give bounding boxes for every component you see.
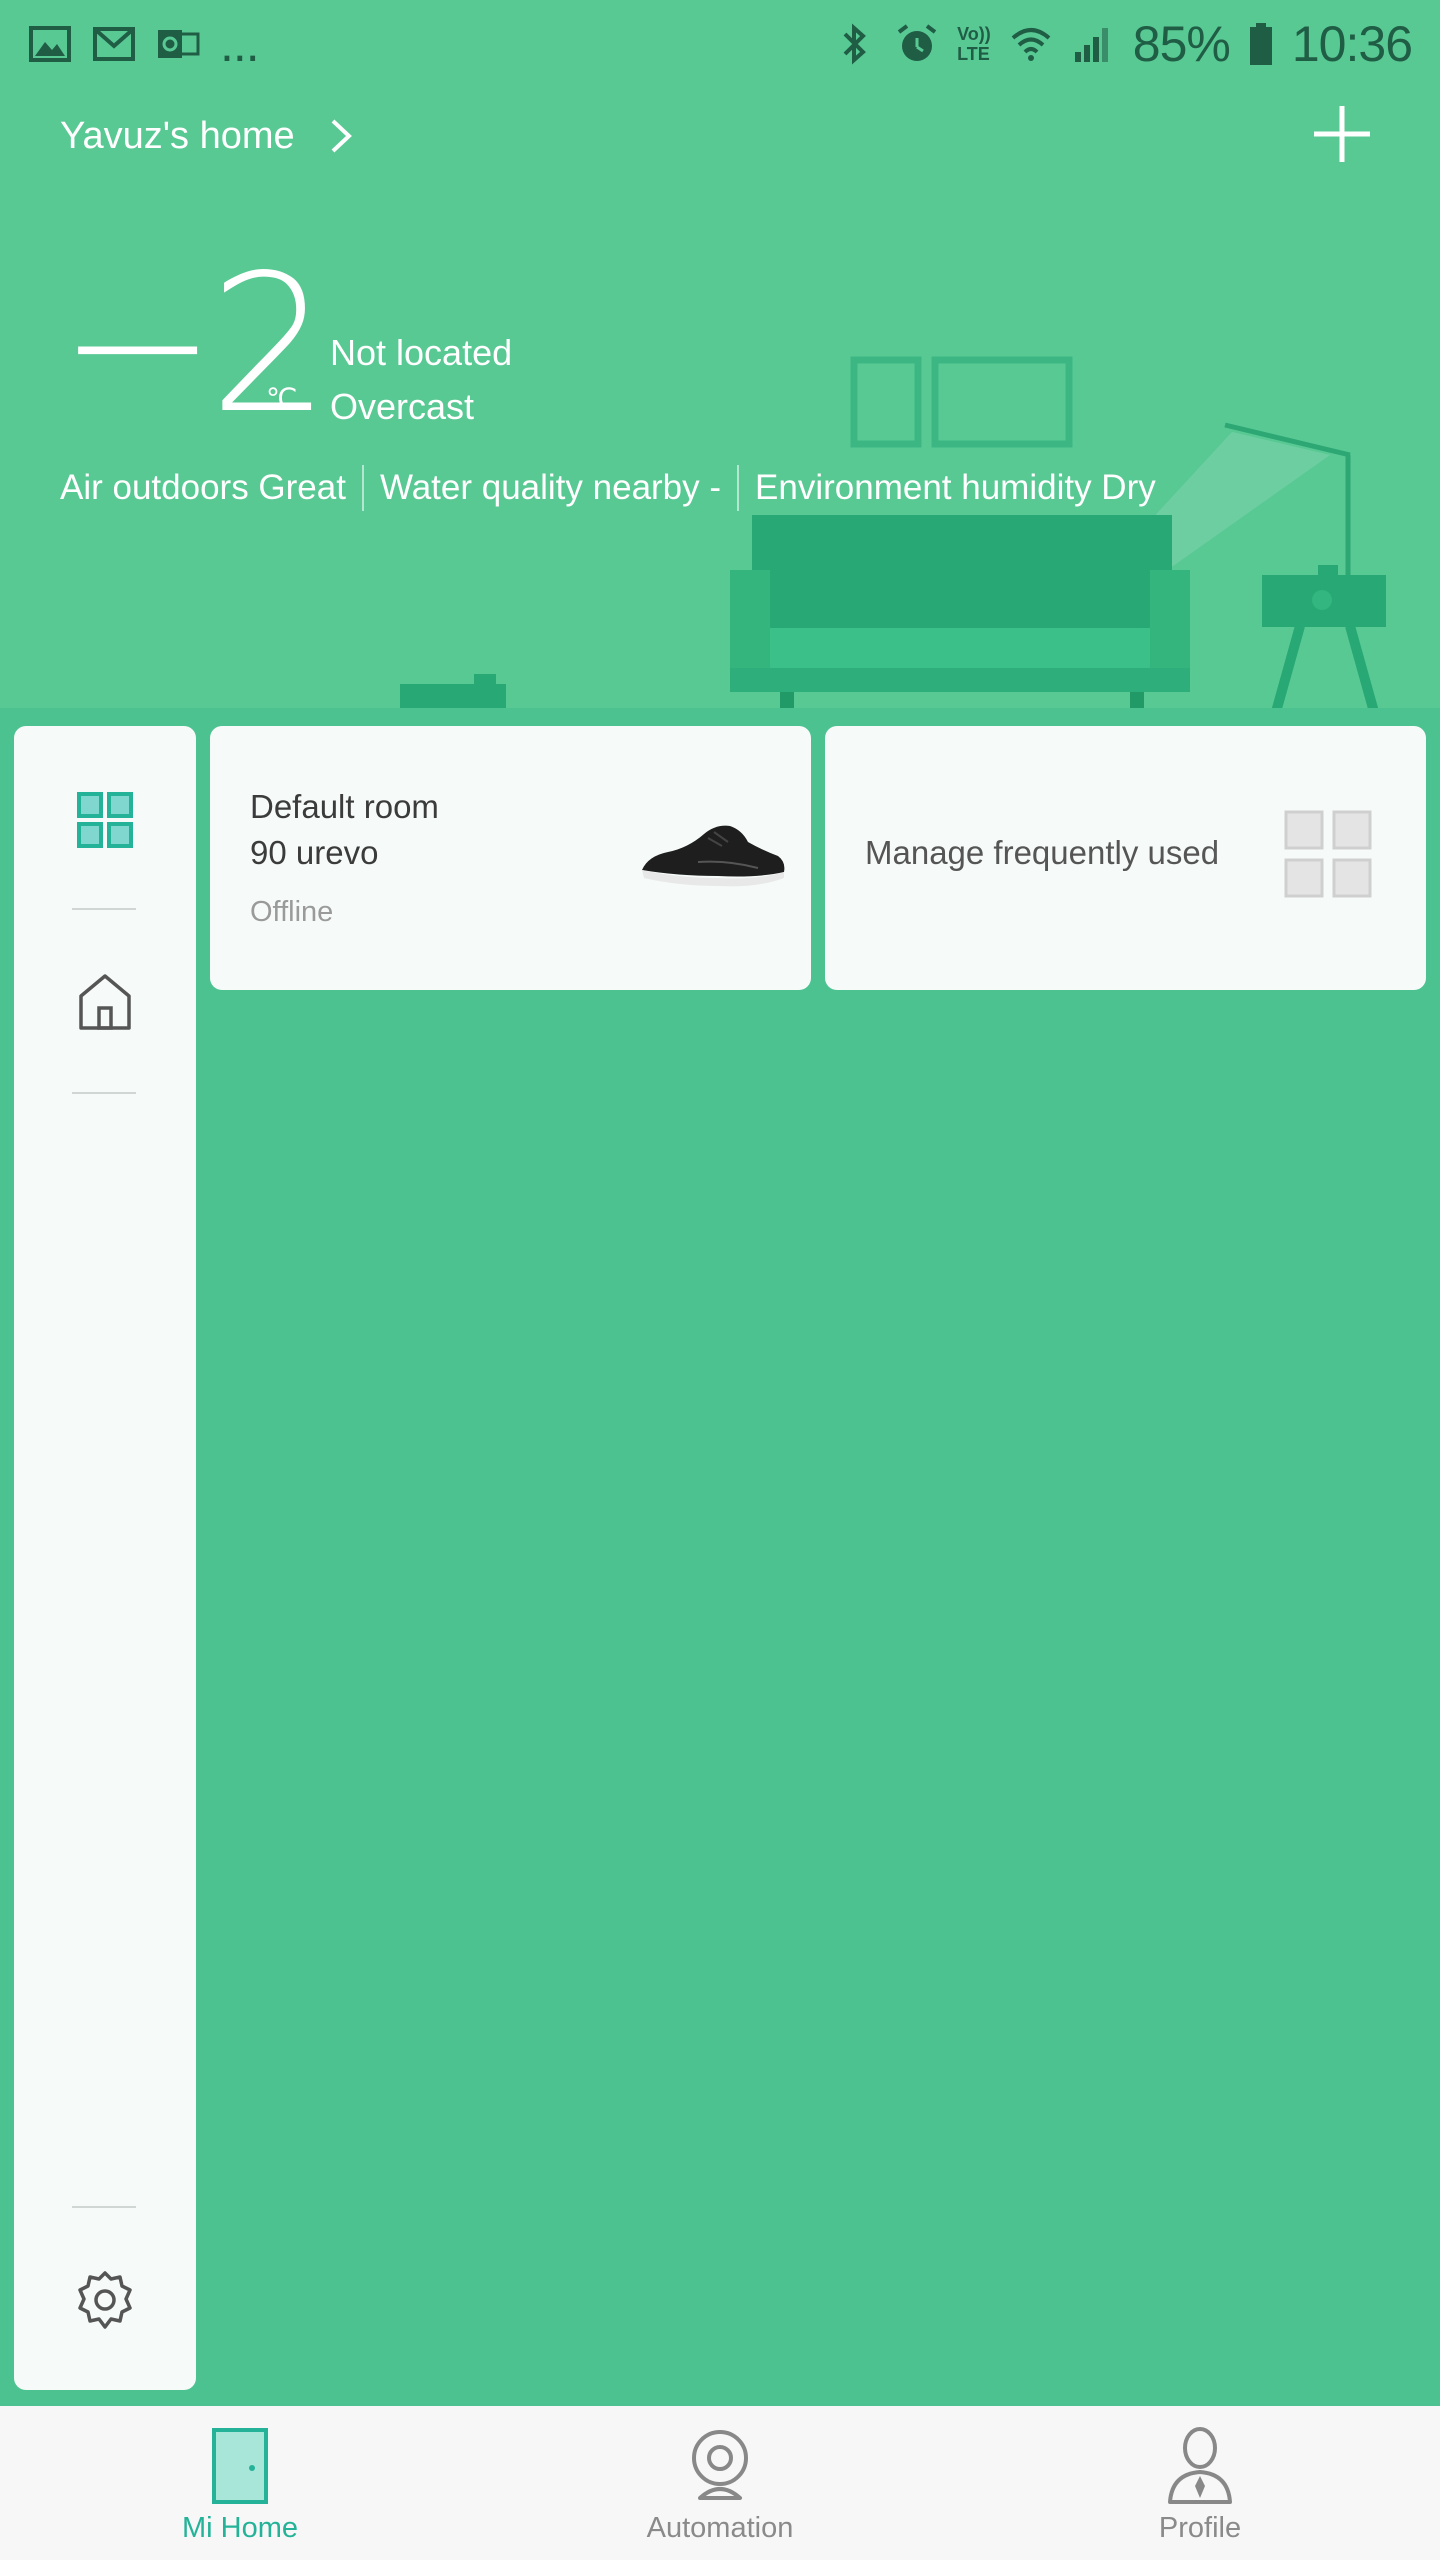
status-bar: ... Vo)) LTE 85% 10:36: [0, 0, 1440, 88]
env-air: Air outdoors Great: [60, 468, 346, 507]
shoe-icon: [642, 825, 785, 887]
alarm-icon: [897, 24, 937, 61]
wifi-icon: [1011, 28, 1051, 61]
device-status: Offline: [250, 896, 334, 928]
volte-icon: Vo)) LTE: [957, 24, 991, 64]
tab-label: Mi Home: [181, 2512, 298, 2544]
tab-mi-home[interactable]: Mi Home: [0, 2406, 480, 2560]
bluetooth-icon: [843, 23, 867, 65]
home-header: ... Vo)) LTE 85% 10:36 Yavuz's home −2 ℃…: [0, 0, 1440, 712]
tab-profile[interactable]: Profile: [960, 2406, 1440, 2560]
grid-placeholder-icon: [1284, 810, 1372, 898]
chevron-right-icon: [331, 119, 352, 153]
home-selector[interactable]: Yavuz's home: [60, 104, 353, 168]
door-icon: [212, 2428, 268, 2504]
gallery-icon: [29, 26, 71, 62]
manage-frequent-label: Manage frequently used: [865, 834, 1220, 871]
house-icon: [79, 974, 131, 1030]
tab-label: Automation: [646, 2512, 794, 2544]
sidebar-item-room[interactable]: [65, 962, 145, 1042]
sidebar-divider: [72, 2206, 136, 2208]
bottom-nav: Mi Home Automation Profile: [0, 2406, 1440, 2560]
env-humidity: Environment humidity Dry: [737, 465, 1172, 511]
device-name: 90 urevo: [250, 834, 379, 871]
weather-location: Not located: [330, 332, 513, 373]
person-icon: [1168, 2427, 1232, 2504]
sidebar-divider: [72, 1092, 136, 1094]
battery-icon: [1249, 23, 1272, 65]
room-sidebar: [14, 726, 196, 2390]
manage-frequent-card[interactable]: Manage frequently used: [825, 726, 1426, 990]
environment-row: Air outdoors Great Water quality nearby …: [60, 462, 1172, 514]
tab-label: Profile: [1158, 2512, 1242, 2544]
camera-icon: [692, 2430, 748, 2500]
sidebar-divider: [72, 908, 136, 910]
outlook-icon: [158, 30, 200, 58]
env-water: Water quality nearby -: [361, 465, 737, 511]
room-name: Default room: [250, 788, 439, 825]
weather-condition: Overcast: [330, 386, 475, 427]
weather-info: Not located Overcast: [330, 326, 512, 434]
sidebar-item-settings[interactable]: [65, 2260, 145, 2340]
more-notifications-icon: ...: [220, 16, 260, 72]
gmail-icon: [93, 27, 135, 61]
sidebar-item-all-devices[interactable]: [65, 780, 145, 860]
home-title: Yavuz's home: [60, 114, 295, 157]
plus-icon[interactable]: [1310, 102, 1374, 166]
grid-icon: [77, 792, 133, 848]
device-card[interactable]: Default room 90 urevo Offline: [210, 726, 811, 990]
gear-icon: [78, 2271, 132, 2329]
tab-automation[interactable]: Automation: [480, 2406, 960, 2560]
clock: 10:36: [1291, 16, 1413, 72]
temperature-unit: ℃: [266, 383, 298, 414]
battery-percent: 85%: [1132, 16, 1231, 72]
signal-icon: [1074, 28, 1108, 62]
